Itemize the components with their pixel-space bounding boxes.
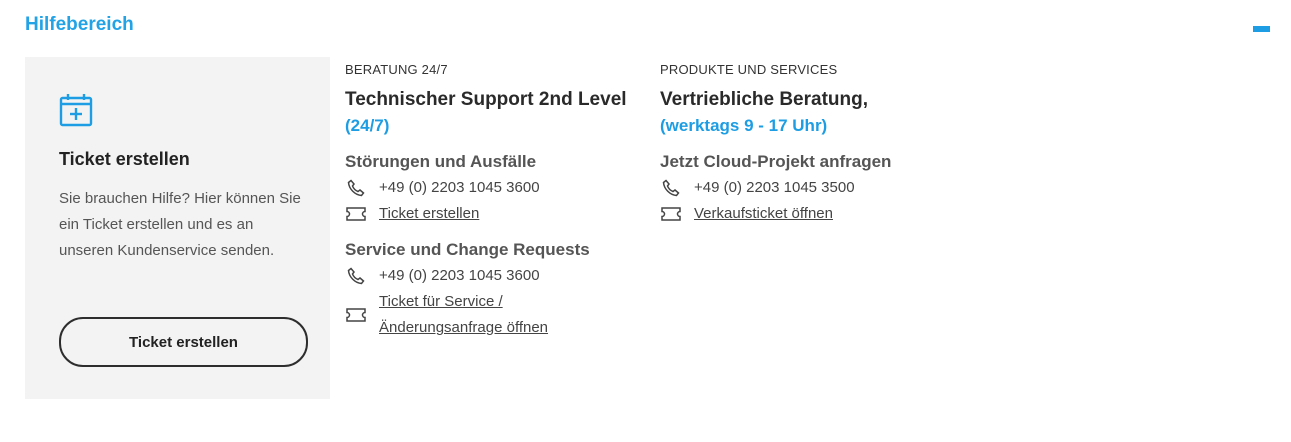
help-section-header: Hilfebereich — [25, 14, 1270, 40]
outages-ticket-row: Ticket erstellen — [345, 201, 635, 227]
sales-phone[interactable]: +49 (0) 2203 1045 3500 — [694, 175, 855, 201]
support-title: Technischer Support 2nd Level — [345, 89, 627, 110]
support-eyebrow: BERATUNG 24/7 — [345, 62, 448, 77]
create-ticket-button[interactable]: Ticket erstellen — [59, 317, 308, 367]
support-column: BERATUNG 24/7 Technischer Support 2nd Le… — [345, 62, 635, 341]
change-requests-ticket-row: Ticket für Service / Änderungsanfrage öf… — [345, 289, 635, 341]
ticket-icon — [345, 306, 367, 324]
change-requests-ticket-link-line1[interactable]: Ticket für Service / — [379, 293, 503, 310]
outages-phone-row: +49 (0) 2203 1045 3600 — [345, 175, 635, 201]
outages-section-title: Störungen und Ausfälle — [345, 152, 537, 171]
change-requests-ticket-link[interactable]: Ticket für Service / Änderungsanfrage öf… — [379, 289, 548, 341]
outages-ticket-link[interactable]: Ticket erstellen — [379, 201, 479, 227]
sales-title: Vertriebliche Beratung, — [660, 89, 869, 110]
ticket-icon — [345, 205, 367, 223]
phone-icon — [345, 179, 367, 197]
ticket-icon — [660, 205, 682, 223]
section-title: Hilfebereich — [25, 14, 134, 35]
change-requests-phone[interactable]: +49 (0) 2203 1045 3600 — [379, 263, 540, 289]
ticket-card-title: Ticket erstellen — [59, 149, 190, 169]
outages-phone[interactable]: +49 (0) 2203 1045 3600 — [379, 175, 540, 201]
sales-hours: (werktags 9 - 17 Uhr) — [660, 116, 828, 135]
phone-icon — [345, 267, 367, 285]
sales-eyebrow: PRODUKTE UND SERVICES — [660, 62, 838, 77]
collapse-minus-icon[interactable] — [1253, 26, 1270, 32]
sales-ticket-row: Verkaufsticket öffnen — [660, 201, 960, 227]
ticket-card: Ticket erstellen Sie brauchen Hilfe? Hie… — [25, 57, 330, 399]
sales-column: PRODUKTE UND SERVICES Vertriebliche Bera… — [660, 62, 960, 227]
change-requests-phone-row: +49 (0) 2203 1045 3600 — [345, 263, 635, 289]
support-hours: (24/7) — [345, 116, 390, 135]
ticket-card-description: Sie brauchen Hilfe? Hier können Sie ein … — [59, 190, 301, 259]
change-requests-ticket-link-line2[interactable]: Änderungsanfrage öffnen — [379, 319, 548, 336]
change-requests-section-title: Service und Change Requests — [345, 240, 590, 259]
calendar-plus-icon — [59, 93, 93, 127]
cloud-project-section-title: Jetzt Cloud-Projekt anfragen — [660, 152, 892, 171]
sales-ticket-link[interactable]: Verkaufsticket öffnen — [694, 201, 833, 227]
phone-icon — [660, 179, 682, 197]
sales-phone-row: +49 (0) 2203 1045 3500 — [660, 175, 960, 201]
